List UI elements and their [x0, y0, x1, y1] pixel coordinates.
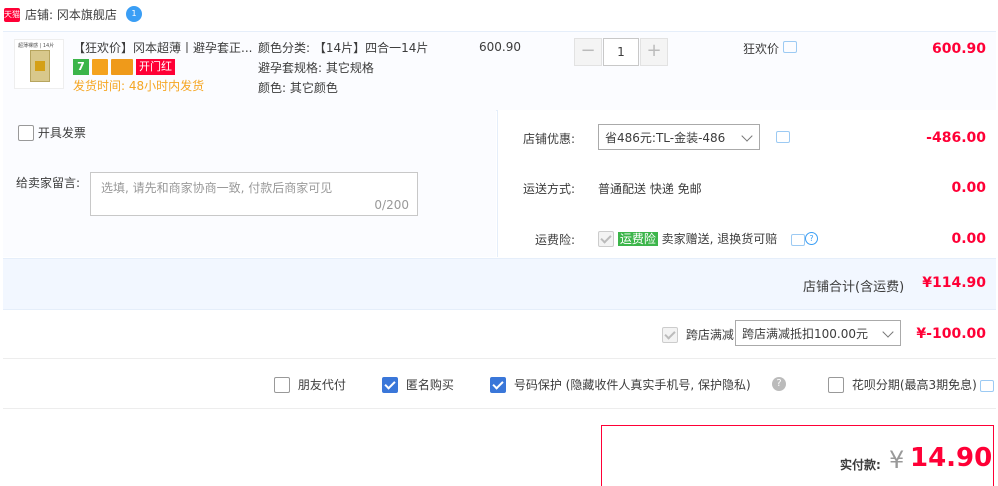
promo-text: 狂欢价 [743, 42, 780, 56]
message-icon[interactable] [776, 131, 790, 143]
chevron-down-icon [882, 326, 894, 338]
store-total-amount: ¥114.90 [922, 275, 986, 291]
invoice-label: 开具发票 [37, 126, 86, 140]
package-image [30, 50, 50, 82]
number-protect-label: 号码保护 (隐藏收件人真实手机号, 保护隐私) [513, 378, 751, 392]
divider [3, 358, 996, 359]
seller-message-input[interactable]: 选填, 请先和商家协商一致, 付款后商家可见 0/200 [90, 172, 418, 216]
grand-opening-badge[interactable]: 开门红 [136, 59, 175, 75]
insurance-amount: 0.00 [951, 231, 986, 247]
number-protect-checkbox[interactable] [490, 376, 506, 393]
shipping-time: 发货时间: 48小时内发货 [73, 79, 205, 93]
anonymous-option[interactable]: 匿名购买 [382, 376, 454, 393]
product-thumbnail[interactable]: 超薄裸感 | 14片 [14, 39, 64, 89]
insurance-text: 卖家赠送, 退换货可赔 [661, 232, 778, 246]
insurance-tag: 运费险 [617, 232, 658, 246]
cross-store-value: 跨店满减抵扣100.00元 [742, 327, 868, 341]
unit-price: 600.90 [479, 40, 521, 54]
invoice-option[interactable]: 开具发票 [18, 124, 86, 141]
anonymous-label: 匿名购买 [405, 378, 454, 392]
cross-store-select[interactable]: 跨店满减抵扣100.00元 [735, 320, 901, 346]
sku-spec: 避孕套规格: 其它规格 [258, 61, 374, 75]
store-discount-select[interactable]: 省486元:TL-金装-486 [598, 124, 760, 150]
cross-store-option: 跨店满减 [662, 326, 734, 343]
delivery-amount: 0.00 [951, 180, 986, 196]
product-title-link[interactable]: 【狂欢价】冈本超薄丨避孕套正... [73, 40, 253, 56]
increase-quantity-button[interactable]: + [640, 38, 668, 66]
message-label: 给卖家留言: [16, 176, 81, 190]
huabei-label: 花呗分期(最高3期免息) [851, 378, 977, 392]
cross-store-label: 跨店满减 [685, 328, 734, 342]
huabei-option[interactable]: 花呗分期(最高3期免息) [828, 376, 977, 393]
message-icon[interactable] [791, 234, 805, 246]
store-discount-value: 省486元:TL-金装-486 [605, 131, 726, 145]
anonymous-checkbox[interactable] [382, 376, 398, 393]
number-protect-option[interactable]: 号码保护 (隐藏收件人真实手机号, 保护隐私) [490, 376, 751, 393]
payment-label: 实付款: [840, 458, 881, 472]
tmall-logo: 天猫 [4, 8, 20, 22]
delivery-method: 普通配送 快递 免邮 [598, 182, 702, 196]
sku-color-category: 颜色分类: 【14片】四合一14片 [258, 41, 429, 55]
insurance-checkbox [598, 230, 614, 247]
friend-pay-checkbox[interactable] [274, 376, 290, 393]
service-icons: 7 开门红 [73, 59, 178, 75]
seven-day-return-icon[interactable]: 7 [73, 59, 89, 75]
divider [3, 408, 996, 409]
cross-store-amount: ¥-100.00 [916, 326, 986, 342]
chat-icon[interactable]: 1 [126, 6, 142, 22]
discount-label: 店铺优惠: [523, 132, 576, 146]
discount-amount: -486.00 [926, 130, 986, 146]
message-icon[interactable] [782, 41, 797, 53]
chevron-down-icon [741, 130, 753, 142]
insurance-label: 运费险: [535, 233, 576, 247]
decrease-quantity-button[interactable]: − [574, 38, 602, 66]
invoice-checkbox[interactable] [18, 124, 34, 141]
delivery-label: 运送方式: [523, 182, 576, 196]
huabei-checkbox[interactable] [828, 376, 844, 393]
payment-amount: 14.90 [910, 443, 993, 473]
thumbnail-caption: 超薄裸感 | 14片 [18, 43, 55, 49]
help-icon[interactable]: ? [772, 377, 786, 391]
store-name-link[interactable]: 店铺: 冈本旗舰店 [25, 6, 117, 24]
help-icon[interactable]: ? [805, 232, 818, 245]
friend-pay-option[interactable]: 朋友代付 [274, 376, 346, 393]
insurance-option: 运费险 卖家赠送, 退换货可赔 [598, 230, 777, 247]
promo-label: 狂欢价 [743, 40, 797, 57]
cross-store-checkbox [662, 326, 678, 343]
message-counter: 0/200 [374, 198, 409, 212]
friend-pay-label: 朋友代付 [297, 378, 346, 392]
item-subtotal: 600.90 [931, 41, 986, 57]
quantity-input[interactable]: 1 [603, 38, 639, 66]
sku-color: 颜色: 其它颜色 [258, 81, 338, 95]
calendar-icon[interactable] [92, 59, 108, 75]
message-icon[interactable] [980, 380, 994, 392]
credit-card-icon[interactable] [111, 59, 133, 75]
store-total-label: 店铺合计(含运费) [803, 280, 905, 295]
currency-symbol: ¥ [889, 446, 905, 474]
message-placeholder: 选填, 请先和商家协商一致, 付款后商家可见 [101, 181, 333, 195]
